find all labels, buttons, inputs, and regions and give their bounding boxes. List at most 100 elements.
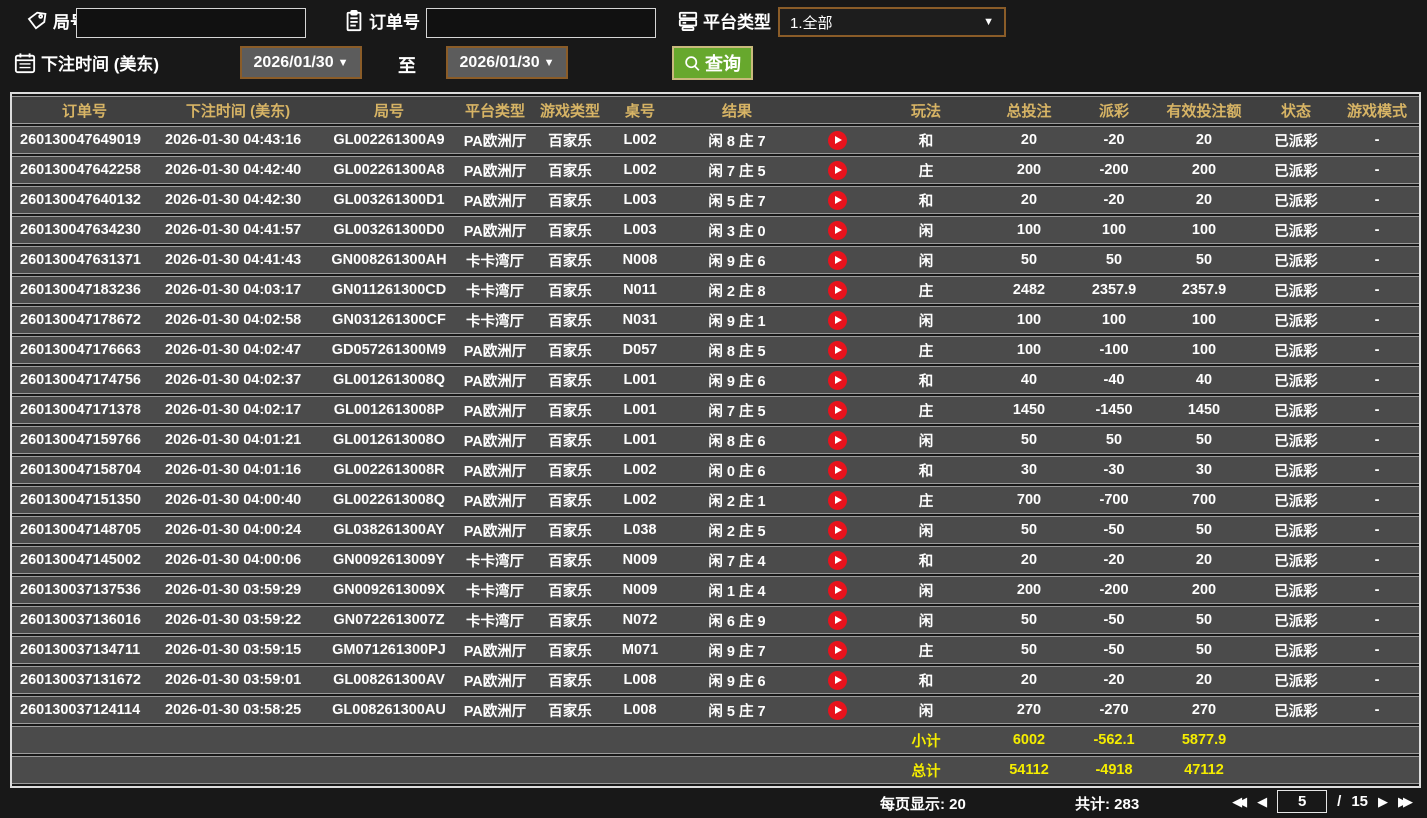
cell-replay	[803, 186, 871, 214]
cell-game-mode: -	[1335, 216, 1419, 244]
page-separator: /	[1337, 793, 1342, 810]
cell-payout: -50	[1077, 516, 1151, 544]
cell-play-type: 闲	[871, 246, 981, 274]
replay-play-icon[interactable]	[827, 640, 847, 660]
table-row: 260130037136016 2026-01-30 03:59:22 GN0722…	[12, 606, 1419, 634]
date-from-picker[interactable]: 2026/01/30 ▼	[240, 46, 362, 79]
cell-result: 闲 6 庄 9	[671, 606, 803, 634]
cell-bet-time: 2026-01-30 03:58:25	[157, 696, 319, 724]
first-page-icon[interactable]: ◀◀	[1232, 795, 1247, 808]
replay-play-icon[interactable]	[827, 160, 847, 180]
cell-game-mode: -	[1335, 516, 1419, 544]
cell-valid-bet: 200	[1151, 576, 1257, 604]
cell-result: 闲 7 庄 5	[671, 396, 803, 424]
cell-game-mode: -	[1335, 576, 1419, 604]
cell-game-type: 百家乐	[531, 126, 609, 154]
cell-game-mode: -	[1335, 396, 1419, 424]
replay-play-icon[interactable]	[827, 550, 847, 570]
cell-status: 已派彩	[1257, 306, 1335, 334]
table-row: 260130047640132 2026-01-30 04:42:30 GL0032…	[12, 186, 1419, 214]
cell-status: 已派彩	[1257, 336, 1335, 364]
platform-label: 平台类型	[703, 13, 771, 32]
search-button[interactable]: 查询	[672, 46, 753, 80]
cell-round-no: GN0092613009Y	[319, 546, 459, 574]
cell-round-no: GL0022613008R	[319, 456, 459, 484]
subtotal-row: 小计 6002 -562.1 5877.9	[12, 726, 1419, 754]
replay-play-icon[interactable]	[827, 490, 847, 510]
round-input[interactable]	[76, 8, 306, 38]
replay-play-icon[interactable]	[827, 280, 847, 300]
cell-order-no: 260130037124114	[12, 696, 157, 724]
table-row: 260130047148705 2026-01-30 04:00:24 GL0382…	[12, 516, 1419, 544]
replay-play-icon[interactable]	[827, 220, 847, 240]
cell-platform: PA欧洲厅	[459, 186, 531, 214]
replay-play-icon[interactable]	[827, 400, 847, 420]
cell-platform: PA欧洲厅	[459, 696, 531, 724]
cell-game-mode: -	[1335, 546, 1419, 574]
cell-table-no: N008	[609, 246, 671, 274]
replay-play-icon[interactable]	[827, 520, 847, 540]
last-page-icon[interactable]: ▶▶	[1398, 795, 1413, 808]
play-triangle	[834, 496, 842, 504]
cell-replay	[803, 396, 871, 424]
platform-select[interactable]: 1.全部 ▼	[778, 7, 1006, 37]
replay-play-icon[interactable]	[827, 130, 847, 150]
replay-play-icon[interactable]	[827, 460, 847, 480]
cell-order-no: 260130047183236	[12, 276, 157, 304]
cell-game-type: 百家乐	[531, 666, 609, 694]
replay-play-icon[interactable]	[827, 430, 847, 450]
cell-order-no: 260130047158704	[12, 456, 157, 484]
cell-game-type: 百家乐	[531, 396, 609, 424]
cell-valid-bet: 20	[1151, 666, 1257, 694]
replay-play-icon[interactable]	[827, 340, 847, 360]
header-replay	[803, 96, 871, 124]
cell-result: 闲 8 庄 7	[671, 126, 803, 154]
cell-valid-bet: 100	[1151, 336, 1257, 364]
cell-result: 闲 9 庄 6	[671, 666, 803, 694]
prev-page-icon[interactable]: ◀	[1257, 795, 1267, 808]
cell-round-no: GN011261300CD	[319, 276, 459, 304]
cell-round-no: GL008261300AU	[319, 696, 459, 724]
next-page-icon[interactable]: ▶	[1378, 795, 1388, 808]
cell-result: 闲 2 庄 5	[671, 516, 803, 544]
cell-table-no: L002	[609, 126, 671, 154]
table-row: 260130047145002 2026-01-30 04:00:06 GN0092…	[12, 546, 1419, 574]
table-row: 260130047178672 2026-01-30 04:02:58 GN0312…	[12, 306, 1419, 334]
date-to-picker[interactable]: 2026/01/30 ▼	[446, 46, 568, 79]
cell-platform: PA欧洲厅	[459, 336, 531, 364]
cell-bet-time: 2026-01-30 03:59:29	[157, 576, 319, 604]
cell-result: 闲 8 庄 6	[671, 426, 803, 454]
cell-game-type: 百家乐	[531, 156, 609, 184]
cell-round-no: GN0722613007Z	[319, 606, 459, 634]
cell-game-type: 百家乐	[531, 426, 609, 454]
cell-play-type: 闲	[871, 696, 981, 724]
cell-table-no: L002	[609, 156, 671, 184]
cell-replay	[803, 456, 871, 484]
total-row-result	[671, 756, 803, 784]
play-triangle	[834, 406, 842, 414]
cell-game-type: 百家乐	[531, 336, 609, 364]
order-input[interactable]	[426, 8, 656, 38]
replay-play-icon[interactable]	[827, 310, 847, 330]
header-result: 结果	[671, 96, 803, 124]
cell-result: 闲 5 庄 7	[671, 186, 803, 214]
replay-play-icon[interactable]	[827, 190, 847, 210]
page-input[interactable]	[1277, 790, 1328, 813]
replay-play-icon[interactable]	[827, 700, 847, 720]
total-row-game-mode	[1335, 756, 1419, 784]
replay-play-icon[interactable]	[827, 250, 847, 270]
replay-play-icon[interactable]	[827, 670, 847, 690]
cell-game-type: 百家乐	[531, 366, 609, 394]
header-round-no: 局号	[319, 96, 459, 124]
chevron-down-icon: ▼	[983, 16, 994, 28]
cell-table-no: N031	[609, 306, 671, 334]
play-triangle	[834, 466, 842, 474]
pagination: ◀◀ ◀ / 15 ▶ ▶▶	[1232, 790, 1413, 813]
table-row: 260130047631371 2026-01-30 04:41:43 GN0082…	[12, 246, 1419, 274]
play-triangle	[834, 376, 842, 384]
replay-play-icon[interactable]	[827, 370, 847, 390]
play-triangle	[834, 526, 842, 534]
cell-status: 已派彩	[1257, 456, 1335, 484]
replay-play-icon[interactable]	[827, 610, 847, 630]
replay-play-icon[interactable]	[827, 580, 847, 600]
